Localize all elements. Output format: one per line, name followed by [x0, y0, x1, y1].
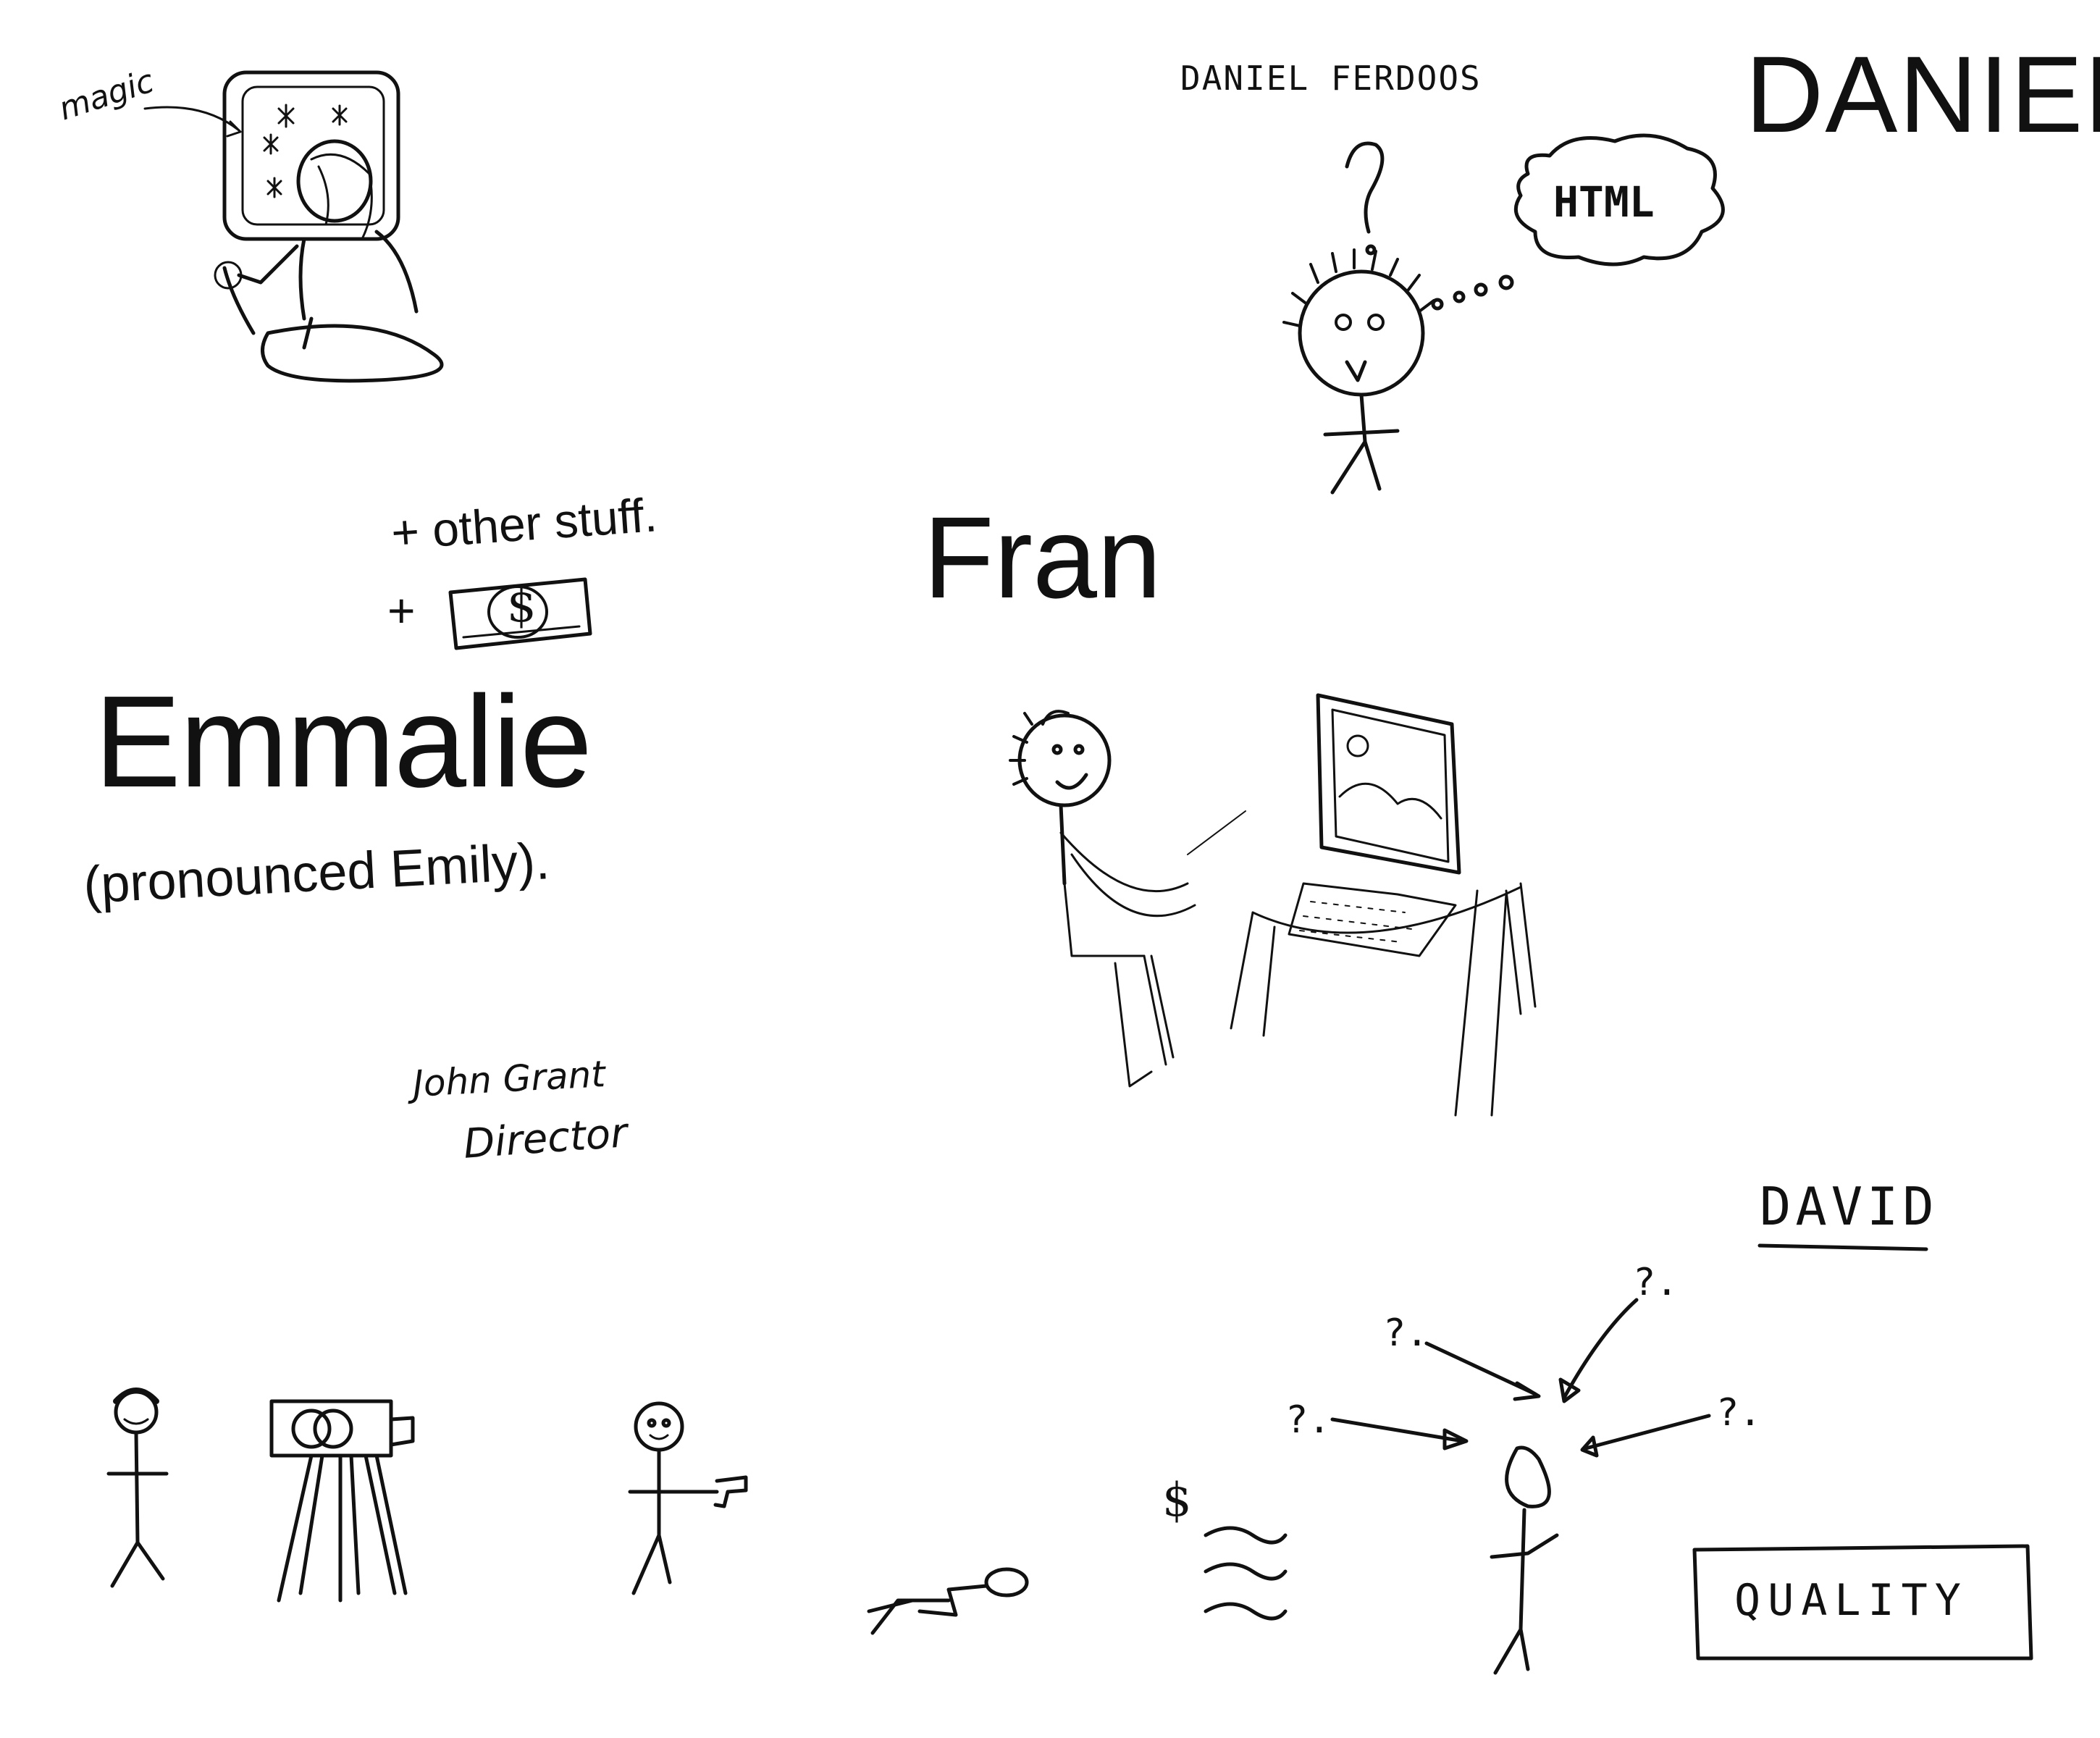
plus-label: +	[387, 584, 416, 637]
fran-at-computer-drawing	[1009, 693, 1537, 1117]
director-title: Director	[461, 1109, 629, 1168]
question-mark-upper-left: ?.	[1383, 1311, 1429, 1355]
shooter-stick-figure	[628, 1401, 748, 1595]
whiteboard-sketch-page: magic DANIEL FERDOOS DANIEL HTML ? + oth…	[0, 0, 2100, 1738]
question-mark-right: ?.	[1716, 1391, 1762, 1435]
david-heading: DAVID	[1760, 1176, 1939, 1237]
dollar-bill-symbol: $	[507, 579, 537, 633]
question-mark-upper-right: ?.	[1633, 1261, 1679, 1304]
money-dollar-sign: $	[1162, 1474, 1192, 1527]
quality-box-label: QUALITY	[1734, 1575, 1968, 1626]
emmalie-heading: Emmalie	[94, 669, 592, 815]
fran-heading: Fran	[923, 492, 1162, 622]
question-mark-left: ?.	[1285, 1398, 1331, 1442]
fallen-stick-figure	[867, 1567, 1029, 1635]
daniel-thinking-figure	[1282, 133, 1725, 495]
director-and-camera-drawing	[106, 1388, 415, 1603]
html-thought-label: HTML	[1553, 177, 1655, 227]
daniel-full-name: DANIEL FERDOOS	[1180, 59, 1482, 98]
magic-board-drawing	[143, 70, 444, 383]
daniel-heading: DANIEL	[1745, 33, 2100, 155]
john-grant-name: John Grant	[411, 1053, 607, 1105]
